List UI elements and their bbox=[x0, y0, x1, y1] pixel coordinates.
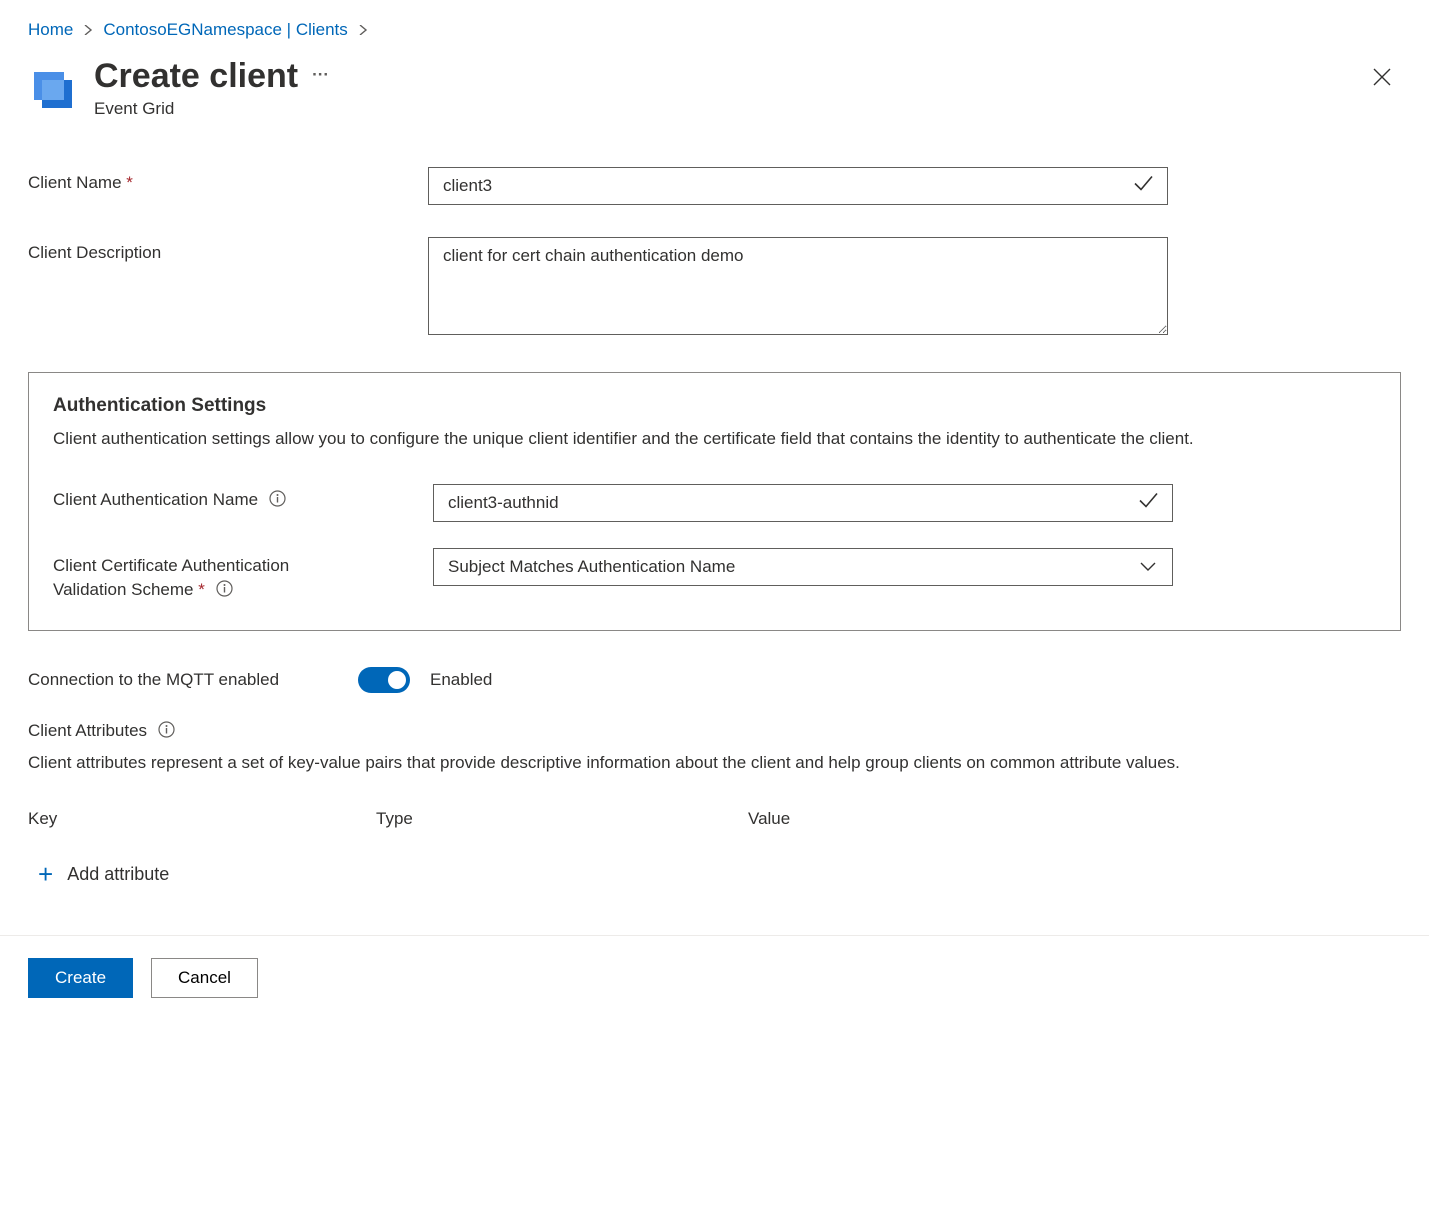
auth-name-input[interactable] bbox=[433, 484, 1173, 522]
breadcrumb-home[interactable]: Home bbox=[28, 20, 73, 40]
client-attributes-title: Client Attributes bbox=[28, 721, 1401, 741]
checkmark-icon bbox=[1132, 173, 1154, 200]
footer: Create Cancel bbox=[0, 935, 1429, 1020]
more-actions-button[interactable]: ··· bbox=[312, 65, 329, 95]
client-description-label: Client Description bbox=[28, 237, 428, 263]
breadcrumb: Home ContosoEGNamespace | Clients bbox=[28, 20, 1401, 40]
mqtt-toggle-state: Enabled bbox=[430, 670, 492, 690]
chevron-down-icon bbox=[1140, 557, 1156, 577]
client-name-label: Client Name * bbox=[28, 167, 428, 193]
page-subtitle: Event Grid bbox=[94, 99, 329, 119]
validation-scheme-label: Client Certificate Authentication Valida… bbox=[53, 548, 433, 602]
plus-icon: + bbox=[38, 861, 53, 887]
attribute-table-header: Key Type Value bbox=[28, 809, 1401, 829]
column-type: Type bbox=[376, 809, 748, 829]
page-title: Create client bbox=[94, 58, 298, 95]
validation-scheme-select[interactable]: Subject Matches Authentication Name bbox=[433, 548, 1173, 586]
column-value: Value bbox=[748, 809, 1401, 829]
chevron-right-icon bbox=[358, 23, 368, 38]
validation-scheme-value: Subject Matches Authentication Name bbox=[448, 557, 735, 577]
add-attribute-button[interactable]: + Add attribute bbox=[28, 857, 1401, 935]
column-key: Key bbox=[28, 809, 376, 829]
cancel-button[interactable]: Cancel bbox=[151, 958, 258, 998]
authentication-settings-section: Authentication Settings Client authentic… bbox=[28, 372, 1401, 630]
info-icon[interactable] bbox=[269, 490, 286, 507]
client-attributes-description: Client attributes represent a set of key… bbox=[28, 751, 1401, 776]
auth-section-description: Client authentication settings allow you… bbox=[53, 427, 1376, 452]
add-attribute-label: Add attribute bbox=[67, 864, 169, 885]
auth-name-label: Client Authentication Name bbox=[53, 484, 433, 510]
mqtt-toggle[interactable] bbox=[358, 667, 410, 693]
info-icon[interactable] bbox=[216, 580, 233, 597]
info-icon[interactable] bbox=[158, 721, 175, 738]
chevron-right-icon bbox=[83, 23, 93, 38]
close-button[interactable] bbox=[1363, 58, 1401, 101]
client-description-input[interactable]: client for cert chain authentication dem… bbox=[428, 237, 1168, 335]
mqtt-toggle-label: Connection to the MQTT enabled bbox=[28, 670, 338, 690]
client-name-input[interactable] bbox=[428, 167, 1168, 205]
breadcrumb-namespace[interactable]: ContosoEGNamespace | Clients bbox=[103, 20, 347, 40]
checkmark-icon bbox=[1137, 490, 1159, 517]
eventgrid-icon bbox=[28, 64, 76, 117]
auth-section-title: Authentication Settings bbox=[53, 395, 1376, 417]
create-button[interactable]: Create bbox=[28, 958, 133, 998]
